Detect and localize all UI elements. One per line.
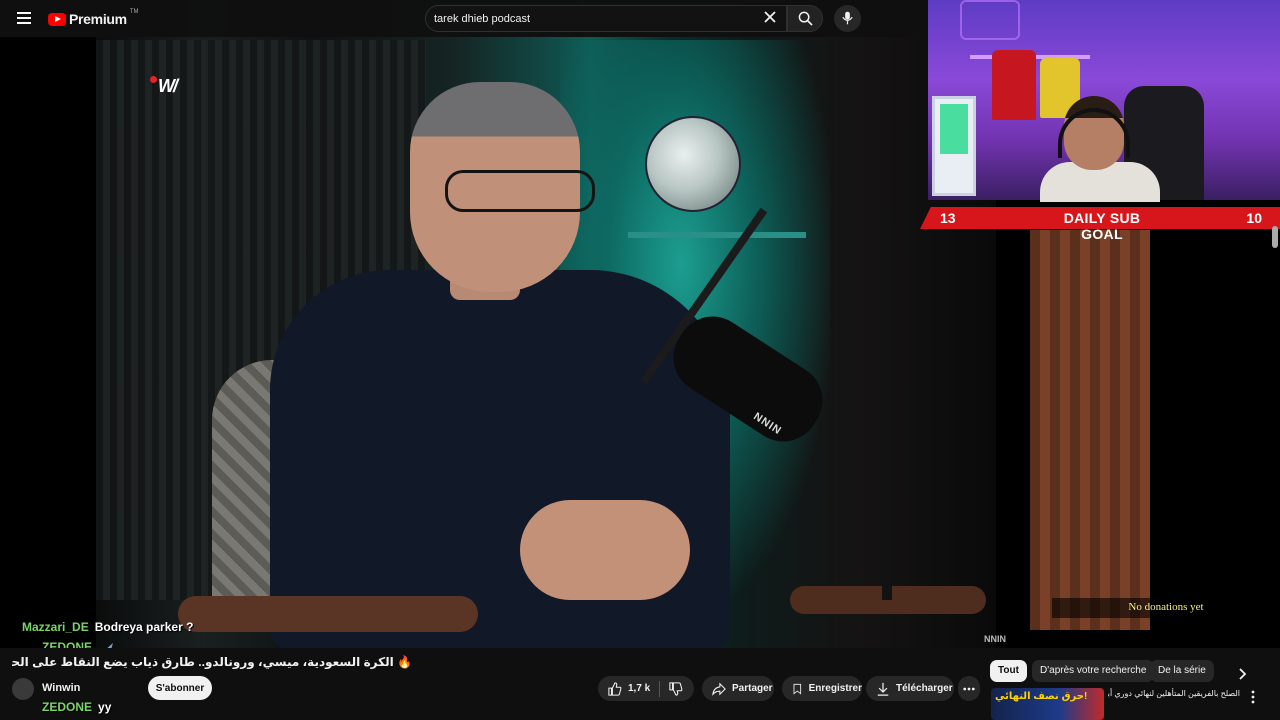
- video-title: 🔥 الكرة السعودية، ميسي، ورونالدو.. طارق …: [12, 655, 412, 669]
- chat-text: yy: [98, 700, 112, 714]
- armchair-arm: [178, 596, 478, 632]
- chip-all[interactable]: Tout: [990, 660, 1027, 682]
- chat-message: ZEDONE yy: [42, 700, 111, 714]
- sub-goal-current: 13: [940, 210, 956, 226]
- chat-username: Mazzari_DE: [22, 620, 89, 634]
- menu-icon[interactable]: [17, 12, 31, 24]
- download-icon: [877, 682, 889, 696]
- recommended-video-thumbnail[interactable]: حرق نصف النهائي!: [991, 688, 1104, 720]
- share-button[interactable]: Partager: [702, 676, 774, 701]
- more-actions-button[interactable]: [958, 676, 980, 701]
- mic-icon: [842, 11, 853, 25]
- like-icon[interactable]: [608, 681, 622, 696]
- like-count[interactable]: 1,7 k: [628, 683, 650, 694]
- sub-goal-target: 10: [1246, 210, 1262, 226]
- like-dislike-group: 1,7 k: [598, 676, 694, 701]
- youtube-premium-logo[interactable]: Premium TM: [48, 9, 139, 28]
- chat-text: Bodreya parker ?: [94, 620, 194, 634]
- channel-name[interactable]: Winwin: [42, 682, 80, 694]
- search-box: [425, 5, 787, 32]
- top-bar: Premium TM: [0, 0, 928, 37]
- youtube-play-icon: [48, 12, 66, 26]
- sub-goal-bar: 13 DAILY SUB GOAL 10: [920, 207, 1280, 242]
- guest-hands: [520, 500, 690, 600]
- sub-goal-title: DAILY SUB GOAL: [1063, 210, 1141, 242]
- chip-from-search[interactable]: D'après votre recherche: [1032, 660, 1155, 682]
- football: [645, 116, 741, 212]
- shelf: [628, 232, 806, 238]
- share-icon: [712, 681, 726, 696]
- voice-search-button[interactable]: [834, 5, 861, 32]
- download-button[interactable]: Télécharger: [866, 676, 954, 701]
- recommended-video-title[interactable]: الصلح بالفريقين المتأهلين لنهائي دوري أب…: [1108, 688, 1240, 700]
- save-icon: [793, 683, 802, 695]
- avatar[interactable]: [12, 678, 34, 700]
- brand-trademark: TM: [129, 9, 139, 15]
- logo-mark: W/: [158, 76, 178, 96]
- chat-message: Mazzari_DE Bodreya parker ?: [22, 620, 193, 634]
- logo-dot: [150, 76, 157, 83]
- donations-text: No donations yet: [1128, 601, 1204, 613]
- search-input[interactable]: [434, 11, 744, 27]
- chevron-right-icon[interactable]: [1236, 668, 1248, 680]
- more-vert-icon[interactable]: [1248, 690, 1258, 704]
- share-label: Partager: [732, 683, 773, 694]
- mic-stand: [882, 220, 892, 600]
- divider: [659, 680, 661, 697]
- subscribe-button[interactable]: S'abonner: [148, 676, 212, 700]
- donations-widget: No donations yet: [1052, 598, 1280, 618]
- floor-brand-label: NNIN: [984, 634, 1006, 644]
- dislike-icon[interactable]: [669, 681, 683, 696]
- red-jersey: [992, 50, 1036, 120]
- pc-rgb-glow: [940, 104, 968, 154]
- channel-watermark-logo: W/: [150, 74, 204, 96]
- search-button[interactable]: [787, 5, 823, 32]
- save-button[interactable]: Enregistrer: [782, 676, 862, 701]
- save-label: Enregistrer: [808, 683, 862, 694]
- curtain: [1030, 230, 1150, 630]
- search-icon: [798, 11, 813, 26]
- chip-from-series[interactable]: De la série: [1150, 660, 1214, 682]
- download-label: Télécharger: [896, 683, 953, 694]
- guest-glasses: [445, 170, 595, 212]
- chat-username: ZEDONE: [42, 700, 93, 714]
- thumbnail-caption: حرق نصف النهائي!: [995, 691, 1088, 702]
- scrollbar[interactable]: [1272, 226, 1278, 248]
- more-icon: [963, 687, 975, 690]
- close-icon[interactable]: [764, 11, 776, 23]
- brand-label: Premium: [69, 11, 127, 27]
- neon-sign: [960, 0, 1020, 40]
